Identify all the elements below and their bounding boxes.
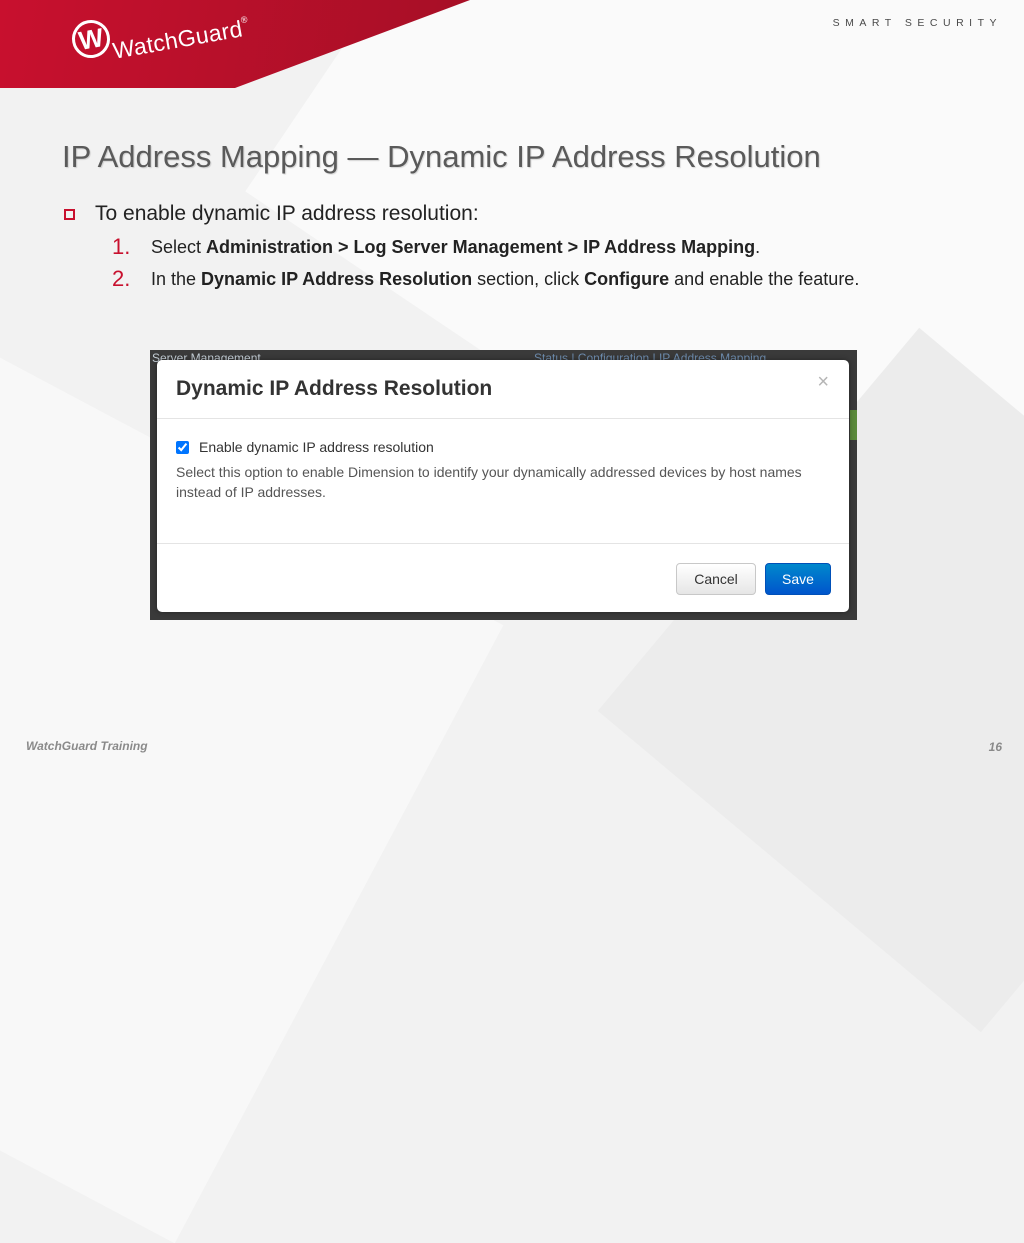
step-2-part-bold: Configure [584,269,670,289]
step-2-part: section, click [472,269,585,289]
dialog-header: Dynamic IP Address Resolution × [157,360,849,419]
logo-text: WatchGuard® [111,14,252,65]
step-1-part-bold: Administration > Log Server Management >… [206,237,756,257]
watchguard-logo: W WatchGuard® [68,14,252,65]
enable-dynamic-ip-checkbox[interactable] [176,440,189,454]
page-number: 16 [988,740,1002,754]
step-number: 2. [112,266,131,291]
help-text: Select this option to enable Dimension t… [176,464,802,500]
step-2-part-bold: Dynamic IP Address Resolution [201,269,473,289]
footer-training-label: WatchGuard Training [26,739,148,753]
background-green-bar [850,410,857,440]
dialog-footer: Cancel Save [157,544,849,612]
step-1-part: Select [151,237,207,257]
embedded-screenshot: Server Management Status | Configuration… [150,350,857,620]
step-1: 1. Select Administration > Log Server Ma… [112,236,952,261]
logo-w-icon: W [68,16,114,62]
bullet-item: To enable dynamic IP address resolution: [64,202,479,226]
logo-registered-mark: ® [239,13,249,25]
logo-text-label: WatchGuard [110,14,245,64]
step-text: Select Administration > Log Server Manag… [151,233,760,261]
step-number: 1. [112,234,131,259]
step-text: In the Dynamic IP Address Resolution sec… [151,265,859,293]
step-2-part: In the [151,269,202,289]
save-button[interactable]: Save [765,563,831,595]
dialog-title: Dynamic IP Address Resolution [176,377,493,400]
checkbox-label: Enable dynamic IP address resolution [199,439,434,455]
dynamic-ip-dialog: Dynamic IP Address Resolution × Enable d… [157,360,849,612]
slide-title: IP Address Mapping — Dynamic IP Address … [62,138,821,174]
step-1-part: . [755,237,761,257]
bullet-text: To enable dynamic IP address resolution: [95,202,479,225]
step-2: 2. In the Dynamic IP Address Resolution … [112,268,952,293]
tagline: SMART SECURITY [832,17,1002,29]
enable-dynamic-ip-option[interactable]: Enable dynamic IP address resolution [176,439,830,455]
step-2-part: and enable the feature. [669,269,860,289]
close-icon[interactable]: × [817,371,829,394]
cancel-button[interactable]: Cancel [676,563,756,595]
dialog-body: Enable dynamic IP address resolution Sel… [157,419,849,544]
square-bullet-icon [64,208,75,220]
